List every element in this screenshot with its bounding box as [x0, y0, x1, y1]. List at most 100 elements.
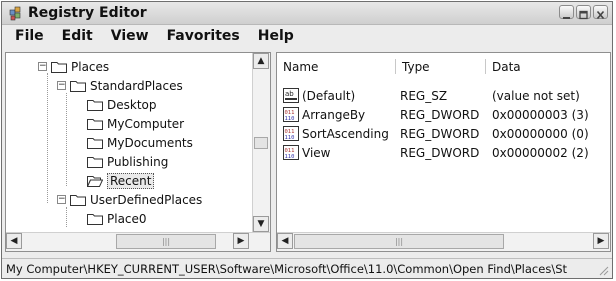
tree-guide-line	[47, 73, 48, 203]
open-folder-icon	[87, 175, 103, 187]
menu-bar: File Edit View Favorites Help	[2, 25, 612, 47]
tree-item-label: UserDefinedPlaces	[90, 192, 203, 207]
minimize-icon	[563, 17, 570, 19]
arrow-left-icon: ◀	[10, 236, 18, 246]
tree-guide-line	[66, 93, 67, 186]
menu-favorites[interactable]: Favorites	[158, 28, 249, 44]
scroll-right-button[interactable]: ▶	[593, 233, 609, 249]
arrow-left-icon: ◀	[281, 236, 289, 246]
key-tree-pane[interactable]: − Places − StandardPlaces Desktop MyComp…	[5, 52, 271, 252]
value-type: REG_SZ	[400, 88, 448, 103]
arrow-right-icon: ▶	[237, 236, 245, 246]
folder-icon	[70, 194, 86, 206]
scroll-right-button[interactable]: ▶	[233, 233, 249, 249]
status-bar: My Computer\HKEY_CURRENT_USER\Software\M…	[2, 258, 612, 278]
values-list-pane[interactable]: Name Type Data ab (Default) REG_SZ (valu…	[276, 52, 611, 252]
maximize-icon	[579, 10, 588, 20]
value-row[interactable]: 011 110 SortAscending REG_DWORD 0x0000000…	[283, 124, 589, 143]
tree-item-mycomputer[interactable]: MyComputer	[87, 114, 184, 133]
binary-value-icon: 011110	[283, 145, 299, 160]
column-label: Data	[492, 60, 521, 74]
scroll-up-button[interactable]: ▲	[253, 53, 269, 69]
scroll-thumb[interactable]: |||	[294, 234, 504, 249]
column-header-name[interactable]: Name	[277, 57, 397, 77]
tree-item-place0[interactable]: Place0	[87, 209, 147, 228]
folder-icon	[87, 137, 103, 149]
folder-icon	[87, 99, 103, 111]
svg-text:110: 110	[285, 154, 295, 160]
folder-icon	[87, 156, 103, 168]
value-row[interactable]: ab (Default) REG_SZ (value not set)	[283, 86, 580, 105]
arrow-right-icon: ▶	[597, 236, 605, 246]
scroll-down-button[interactable]: ▼	[253, 216, 269, 232]
tree-item-mydocuments[interactable]: MyDocuments	[87, 133, 193, 152]
folder-icon	[87, 213, 103, 225]
tree-item-standardplaces[interactable]: − StandardPlaces	[57, 76, 183, 95]
tree-horizontal-scrollbar[interactable]: ◀ ||| ▶	[6, 232, 270, 251]
tree-item-label: Place0	[107, 211, 147, 226]
string-value-icon: ab	[283, 88, 299, 103]
menu-help[interactable]: Help	[249, 28, 303, 44]
svg-text:ab: ab	[285, 90, 294, 98]
value-type: REG_DWORD	[400, 126, 480, 141]
binary-value-icon: 011110	[283, 126, 299, 141]
tree-vertical-scrollbar[interactable]: ▲ ▼	[252, 53, 270, 232]
minimize-button[interactable]	[559, 5, 574, 19]
tree-item-recent[interactable]: Recent	[87, 171, 155, 190]
scroll-thumb[interactable]	[254, 137, 268, 149]
tree-item-publishing[interactable]: Publishing	[87, 152, 168, 171]
scroll-left-button[interactable]: ◀	[6, 233, 22, 249]
column-label: Type	[402, 60, 430, 74]
tree-item-userdefinedplaces[interactable]: − UserDefinedPlaces	[57, 190, 202, 209]
registry-editor-window: Registry Editor File Edit View Favorites…	[1, 1, 613, 279]
folder-icon	[87, 118, 103, 130]
svg-text:110: 110	[285, 135, 295, 141]
tree-item-label: Desktop	[107, 97, 157, 112]
close-icon	[596, 10, 605, 20]
column-header-data[interactable]: Data	[486, 57, 610, 77]
value-type: REG_DWORD	[400, 107, 480, 122]
tree-item-label: Recent	[107, 172, 155, 189]
grip-icon: |||	[394, 237, 404, 246]
tree-item-label: Places	[71, 59, 110, 74]
tree-guide-line	[66, 207, 67, 227]
collapse-icon[interactable]: −	[57, 81, 66, 90]
folder-icon	[51, 61, 67, 73]
tree-item-label: MyDocuments	[107, 135, 193, 150]
menu-edit[interactable]: Edit	[53, 28, 102, 44]
value-row[interactable]: 011 110 View REG_DWORD 0x00000002 (2)	[283, 143, 589, 162]
value-name: ArrangeBy	[302, 107, 366, 122]
scroll-thumb[interactable]: |||	[116, 234, 216, 249]
resize-grip-icon[interactable]	[598, 265, 609, 276]
menu-view[interactable]: View	[102, 28, 158, 44]
value-data: 0x00000002 (2)	[492, 145, 589, 160]
scroll-left-button[interactable]: ◀	[277, 233, 293, 249]
title-bar[interactable]: Registry Editor	[2, 2, 612, 25]
menu-file[interactable]: File	[6, 28, 53, 44]
split-body: − Places − StandardPlaces Desktop MyComp…	[5, 52, 611, 254]
tree-item-label: Publishing	[107, 154, 169, 169]
collapse-icon[interactable]: −	[38, 62, 47, 71]
grip-icon: |||	[161, 237, 171, 246]
value-data: 0x00000003 (3)	[492, 107, 589, 122]
arrow-down-icon: ▼	[257, 219, 265, 229]
status-path: My Computer\HKEY_CURRENT_USER\Software\M…	[6, 262, 568, 276]
window-title: Registry Editor	[28, 5, 147, 21]
folder-icon	[70, 80, 86, 92]
collapse-icon[interactable]: −	[57, 195, 66, 204]
arrow-up-icon: ▲	[257, 56, 265, 66]
value-data: 0x00000000 (0)	[492, 126, 589, 141]
column-header-type[interactable]: Type	[396, 57, 486, 77]
svg-text:110: 110	[285, 116, 295, 122]
column-label: Name	[283, 60, 319, 74]
tree-item-desktop[interactable]: Desktop	[87, 95, 157, 114]
value-name: SortAscending	[302, 126, 389, 141]
values-horizontal-scrollbar[interactable]: ◀ ||| ▶	[277, 232, 610, 251]
binary-value-icon: 011110	[283, 107, 299, 122]
registry-editor-icon	[9, 6, 21, 21]
tree-item-label: MyComputer	[107, 116, 185, 131]
close-button[interactable]	[593, 5, 608, 20]
tree-item-places[interactable]: − Places	[38, 57, 109, 76]
maximize-button[interactable]	[576, 5, 591, 20]
value-row[interactable]: 011 110 ArrangeBy REG_DWORD 0x00000003 (3…	[283, 105, 589, 124]
